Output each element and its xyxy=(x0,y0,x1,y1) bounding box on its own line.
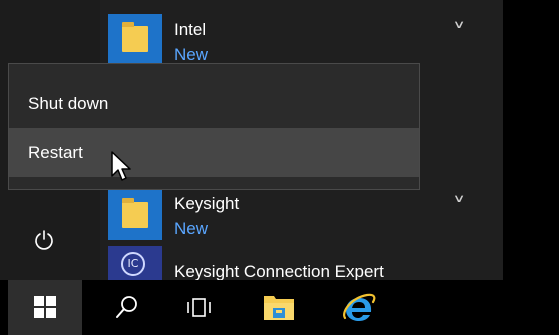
internet-explorer-icon xyxy=(343,293,376,321)
chevron-down-icon[interactable]: ∨ xyxy=(453,18,466,31)
menu-item-restart[interactable]: Restart xyxy=(9,128,419,177)
menu-item-shut-down[interactable]: Shut down xyxy=(9,79,419,128)
app-tile xyxy=(108,14,162,64)
app-list-item-keysight-connection-expert[interactable]: IC Keysight Connection Expert xyxy=(108,246,503,280)
app-new-badge: New xyxy=(174,219,209,238)
connection-expert-icon: IC xyxy=(121,252,145,276)
taskbar xyxy=(0,280,559,335)
power-options-menu: Shut down Restart xyxy=(8,63,420,190)
task-view-button[interactable] xyxy=(172,280,226,335)
app-name: Intel xyxy=(174,20,207,39)
search-icon xyxy=(116,296,137,318)
app-new-badge: New xyxy=(174,45,209,64)
app-name: Keysight Connection Expert xyxy=(174,262,384,280)
app-list-item-keysight[interactable]: Keysight New ∨ xyxy=(108,186,503,240)
file-explorer-button[interactable] xyxy=(252,280,306,335)
folder-icon xyxy=(122,22,148,52)
task-view-icon xyxy=(187,298,211,317)
internet-explorer-button[interactable] xyxy=(332,280,386,335)
power-icon xyxy=(35,230,53,250)
file-explorer-icon xyxy=(264,296,294,320)
windows-logo-icon xyxy=(34,296,56,318)
start-button[interactable] xyxy=(8,280,82,335)
start-menu-edge xyxy=(503,0,559,280)
app-list-item-intel[interactable]: Intel New ∨ xyxy=(108,0,503,64)
mouse-cursor-icon xyxy=(111,151,131,181)
app-tile xyxy=(108,190,162,240)
chevron-down-icon[interactable]: ∨ xyxy=(453,192,466,205)
power-button[interactable] xyxy=(22,222,68,258)
search-button[interactable] xyxy=(100,280,154,335)
app-tile: IC xyxy=(108,246,162,280)
app-name: Keysight xyxy=(174,194,240,213)
folder-icon xyxy=(122,198,148,228)
